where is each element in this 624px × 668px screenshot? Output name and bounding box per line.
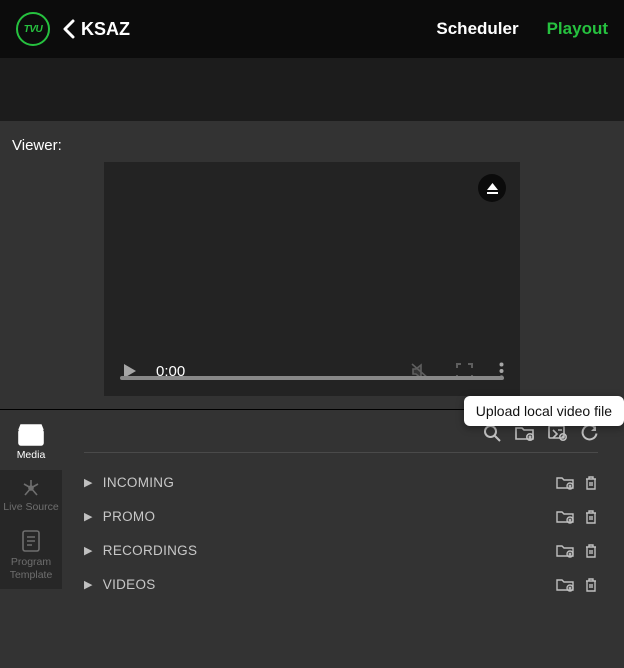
back-chevron-icon[interactable] — [62, 19, 75, 39]
video-player[interactable]: 0:00 — [104, 162, 520, 396]
upload-file-icon[interactable] — [548, 424, 567, 442]
folder-add-icon[interactable] — [556, 475, 574, 490]
sub-bar — [0, 58, 624, 121]
new-folder-icon[interactable] — [515, 424, 534, 442]
folder-row: ▶ INCOMING — [84, 465, 598, 499]
delete-icon[interactable] — [584, 543, 598, 558]
seek-bar[interactable] — [120, 376, 504, 380]
viewer-label: Viewer: — [0, 133, 624, 162]
expand-icon[interactable]: ▶ — [84, 476, 93, 489]
upload-tooltip: Upload local video file — [464, 396, 624, 426]
folder-name[interactable]: RECORDINGS — [103, 543, 556, 558]
folder-list: ▶ INCOMING ▶ PROMO ▶ RECORDINGS — [84, 453, 598, 601]
sidebar-item-label: Media — [17, 449, 46, 462]
folder-name[interactable]: VIDEOS — [103, 577, 556, 592]
folder-row: ▶ PROMO — [84, 499, 598, 533]
expand-icon[interactable]: ▶ — [84, 544, 93, 557]
folder-name[interactable]: PROMO — [103, 509, 556, 524]
expand-icon[interactable]: ▶ — [84, 578, 93, 591]
top-bar: TVU KSAZ Scheduler Playout — [0, 0, 624, 58]
search-icon[interactable] — [483, 424, 501, 442]
player-controls: 0:00 — [104, 346, 520, 396]
delete-icon[interactable] — [584, 509, 598, 524]
media-panel: Upload local video file ▶ INCOMING — [62, 410, 624, 668]
folder-add-icon[interactable] — [556, 543, 574, 558]
expand-icon[interactable]: ▶ — [84, 510, 93, 523]
sidebar-item-program-template[interactable]: Program Template — [0, 521, 62, 589]
viewer-section: Viewer: 0:00 — [0, 121, 624, 409]
eject-button[interactable] — [478, 174, 506, 202]
refresh-icon[interactable] — [581, 424, 598, 442]
tvu-logo: TVU — [16, 12, 50, 46]
delete-icon[interactable] — [584, 577, 598, 592]
lower-section: Media Live Source Program Template Uploa… — [0, 410, 624, 668]
sidebar-item-label: Live Source — [3, 501, 58, 514]
folder-add-icon[interactable] — [556, 577, 574, 592]
media-toolbar — [84, 424, 598, 453]
nav-scheduler[interactable]: Scheduler — [436, 19, 518, 39]
folder-name[interactable]: INCOMING — [103, 475, 556, 490]
folder-row: ▶ RECORDINGS — [84, 533, 598, 567]
station-title: KSAZ — [81, 19, 130, 40]
sidebar-item-live-source[interactable]: Live Source — [0, 470, 62, 522]
folder-row: ▶ VIDEOS — [84, 567, 598, 601]
folder-add-icon[interactable] — [556, 509, 574, 524]
left-sidebar: Media Live Source Program Template — [0, 410, 62, 668]
delete-icon[interactable] — [584, 475, 598, 490]
nav-playout[interactable]: Playout — [547, 19, 608, 39]
sidebar-item-label: Program Template — [2, 556, 60, 581]
sidebar-item-media[interactable]: Media — [0, 416, 62, 470]
